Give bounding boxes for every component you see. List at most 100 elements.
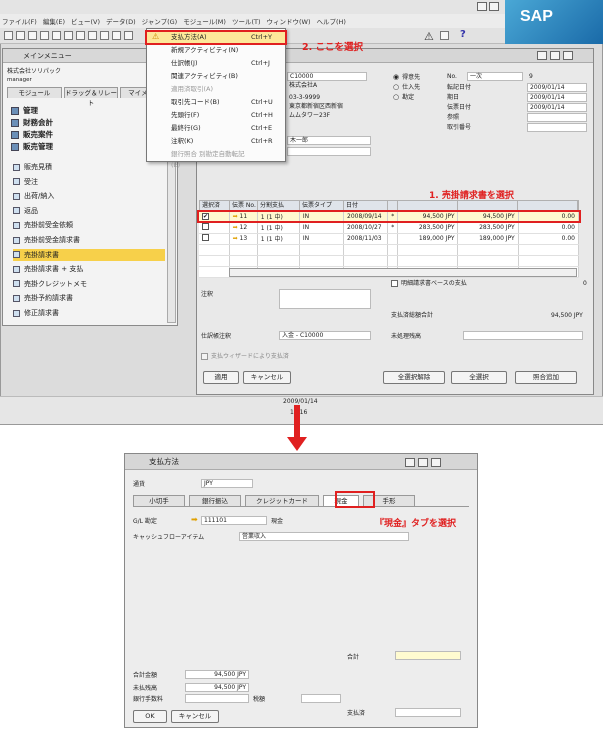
pay-maximize-button[interactable] [418,458,428,467]
main-menu-item-3[interactable]: 返品 [13,205,165,217]
main-menu-item-9[interactable]: 売掛予約請求書 [13,292,165,304]
ok-button[interactable]: OK [133,710,167,723]
cancel-button[interactable]: キャンセル [243,371,291,384]
select-all-button[interactable]: 全選択 [451,371,507,384]
menu-item-0[interactable]: 支払方法(A) Ctrl+Y [145,30,287,45]
doc-link-arrow-icon[interactable]: ➡ [233,235,240,242]
table-row[interactable]: ➡ 13 1 (1 中) IN 2008/11/03 189,000 JPY 189,00… [199,233,580,245]
menu-3[interactable]: データ(D) [106,16,136,26]
date-field-0[interactable]: 2009/01/14 [527,83,587,92]
apply-button[interactable]: 適用 [203,371,239,384]
first-record-icon[interactable] [124,31,133,40]
pay-minimize-button[interactable] [405,458,415,467]
email-icon[interactable] [40,31,49,40]
radio-1[interactable]: ○ 仕入先 [393,83,420,92]
window-close-button[interactable] [563,51,573,60]
menu-5[interactable]: モジュール(M) [183,16,226,26]
payment-tab-0[interactable]: 小切手 [133,495,185,506]
menu-item-5[interactable]: 取引先コード(B) Ctrl+U [147,97,285,108]
main-menu-item-6[interactable]: 売掛請求書 [13,248,165,261]
main-menu-item-1[interactable]: 受注 [13,176,165,188]
pay-close-button[interactable] [431,458,441,467]
bp-code-field[interactable]: C10000 [287,72,367,81]
grid-col-header-1[interactable]: 伝票 No. [230,201,258,210]
gl-account-field[interactable]: 111101 [201,516,267,525]
main-menu-scrollbar[interactable] [167,161,176,323]
grid-col-header-8[interactable] [518,201,578,210]
journal-remarks-field[interactable]: 入金 - C10000 [279,331,371,340]
main-menu-item-8[interactable]: 売掛クレジットメモ [13,278,165,290]
main-menu-item-5[interactable]: 売掛前受金請求書 [13,234,165,246]
main-menu-tab-0[interactable]: モジュール [7,87,62,98]
main-menu-item-0[interactable]: 販売見積 [13,161,165,173]
excel-icon[interactable] [52,31,61,40]
filter-icon[interactable] [88,31,97,40]
cashflow-select[interactable]: 営業収入 [239,532,409,541]
date-field-3[interactable] [527,113,587,122]
menu-item-2[interactable]: 仕訳帳(J) Ctrl+J [147,58,285,69]
radio-0[interactable]: ◉ 得意先 [393,73,420,82]
deselect-all-button[interactable]: 全選択解除 [383,371,445,384]
remarks-field[interactable] [279,289,371,309]
radio-2[interactable]: ○ 勘定 [393,93,414,102]
menu-item-7[interactable]: 最終行(G) Ctrl+E [147,123,285,134]
select-checkbox[interactable] [202,223,209,230]
new-icon[interactable] [4,31,13,40]
menu-6[interactable]: ツール(T) [232,16,261,26]
pdf-icon[interactable] [76,31,85,40]
menu-7[interactable]: ウィンドウ(W) [266,16,310,26]
window-minimize-button[interactable] [537,51,547,60]
menu-item-8[interactable]: 注釈(K) Ctrl+R [147,136,285,147]
tab-total-field[interactable] [395,651,461,660]
payment-tab-2[interactable]: クレジットカード [245,495,319,506]
wizard-checkbox[interactable] [201,353,208,360]
date-field-2[interactable]: 2009/01/14 [527,103,587,112]
grid-col-header-3[interactable]: 伝票タイプ [300,201,344,210]
select-checkbox[interactable] [202,234,209,241]
menu-8[interactable]: ヘルプ(H) [316,16,345,26]
add-icon[interactable] [112,31,121,40]
grid-col-header-6[interactable] [398,201,458,210]
series-select[interactable]: 一次 [467,72,523,81]
main-menu-item-2[interactable]: 出荷/納入 [13,190,165,202]
contact-person-field[interactable]: 木一郎 [287,136,371,145]
doc-link-arrow-icon[interactable]: ➡ [233,224,240,231]
menu-1[interactable]: 編集(E) [43,16,65,26]
open-basis-checkbox[interactable] [391,280,398,287]
main-menu-tab-1[interactable]: ドラッグ＆リレート [63,87,119,107]
minimize-button[interactable] [477,2,487,11]
menu-item-6[interactable]: 先頭行(F) Ctrl+H [147,110,285,121]
grid-scrollbar[interactable] [229,268,577,277]
menu-2[interactable]: ビュー(V) [71,16,100,26]
table-row[interactable]: ➡ 12 1 (1 中) IN 2008/10/27 * 283,500 JPY 283,5… [199,222,580,234]
window-maximize-button[interactable] [550,51,560,60]
menu-item-3[interactable]: 関連アクティビティ(B) [147,71,285,82]
main-menu-item-10[interactable]: 修正請求書 [13,307,165,319]
date-field-1[interactable]: 2009/01/14 [527,93,587,102]
find-icon[interactable] [100,31,109,40]
restore-button[interactable] [489,2,499,11]
main-menu-item-4[interactable]: 売掛前受金依頼 [13,219,165,231]
payment-tab-1[interactable]: 銀行振込 [189,495,241,506]
calculator-icon[interactable] [440,31,449,40]
cell-checked[interactable] [199,222,230,234]
warning-icon[interactable]: ⚠ [424,30,434,43]
gl-link-arrow-icon[interactable]: ➡ [191,515,198,524]
pay-cancel-button[interactable]: キャンセル [171,710,219,723]
currency-field[interactable]: JPY [201,479,253,488]
date-field-4[interactable] [527,123,587,132]
preview-icon[interactable] [28,31,37,40]
help-icon[interactable]: ? [460,29,466,40]
print-icon[interactable] [16,31,25,40]
add-reconciliation-button[interactable]: 照合追加 [515,371,577,384]
grid-col-header-7[interactable] [458,201,518,210]
grid-col-header-4[interactable]: 日付 [344,201,388,210]
menu-0[interactable]: ファイル(F) [2,16,37,26]
grid-col-header-0[interactable]: 選択済 [200,201,230,210]
menu-item-1[interactable]: 新規アクティビティ(N) [147,45,285,56]
word-icon[interactable] [64,31,73,40]
grid-col-header-5[interactable] [388,201,398,210]
grid-col-header-2[interactable]: 分割支払 [258,201,300,210]
contact-dropdown[interactable] [287,147,371,156]
tax-field[interactable] [301,694,341,703]
